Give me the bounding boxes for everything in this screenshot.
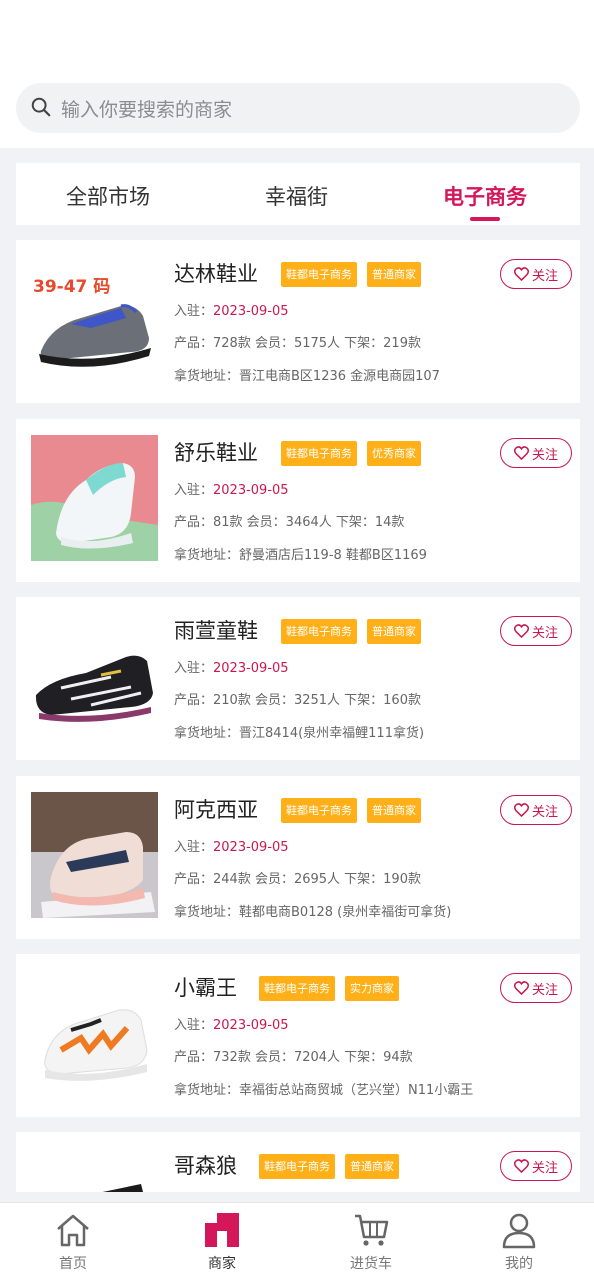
pickup-address: 拿货地址：晋江8414(泉州幸福鲤111拿货) — [174, 726, 425, 741]
tab-all-markets[interactable]: 全部市场 — [66, 181, 150, 211]
tag-level: 优秀商家 — [367, 441, 421, 466]
merchant-card[interactable]: 雨萱童鞋 鞋都电子商务 普通商家 关注 入驻：2023-09-05 产品：210… — [16, 597, 580, 760]
merchant-stats: 产品：244款 会员：2695人 下架：190款 — [174, 872, 421, 887]
merchant-stats: 产品：81款 会员：3464人 下架：14款 — [174, 515, 405, 530]
nav-cart[interactable]: 进货车 — [326, 1211, 416, 1273]
header: 输入你要搜索的商家 — [0, 0, 594, 148]
follow-button[interactable]: 关注 — [500, 973, 572, 1003]
tab-xingfu-street[interactable]: 幸福街 — [265, 181, 328, 211]
nav-merchants-label: 商家 — [208, 1256, 236, 1272]
heart-icon — [513, 267, 529, 281]
pickup-address: 拿货地址：鞋都电商B0128 (泉州幸福街可拿货) — [174, 905, 452, 920]
tag-category: 鞋都电子商务 — [281, 798, 357, 823]
pickup-address: 拿货地址：晋江电商B区1236 金源电商园107 — [174, 369, 440, 384]
search-icon — [31, 97, 51, 117]
heart-icon — [513, 981, 529, 995]
merchant-image — [31, 1148, 158, 1192]
tag-category: 鞋都电子商务 — [259, 976, 335, 1001]
store-icon — [205, 1213, 239, 1247]
follow-button[interactable]: 关注 — [500, 259, 572, 289]
home-icon — [57, 1214, 89, 1247]
tag-category: 鞋都电子商务 — [259, 1154, 335, 1179]
tag-level: 实力商家 — [345, 976, 399, 1001]
merchant-name: 雨萱童鞋 — [174, 619, 258, 643]
nav-profile-label: 我的 — [505, 1256, 533, 1272]
tag-category: 鞋都电子商务 — [281, 262, 357, 287]
search-input[interactable]: 输入你要搜索的商家 — [61, 95, 232, 122]
tab-ecommerce[interactable]: 电子商务 — [443, 181, 527, 211]
heart-icon — [513, 803, 529, 817]
heart-icon — [513, 446, 529, 460]
merchant-image — [31, 435, 158, 561]
merchant-stats: 产品：210款 会员：3251人 下架：160款 — [174, 693, 421, 708]
active-tab-indicator — [470, 217, 500, 221]
merchant-card[interactable]: 39-47 码 达林鞋业 鞋都电子商务 普通商家 关注 入驻：2023-09-0… — [16, 240, 580, 403]
nav-home-label: 首页 — [59, 1256, 87, 1272]
join-date: 入驻：2023-09-05 — [174, 304, 289, 319]
tag-category: 鞋都电子商务 — [281, 619, 357, 644]
pickup-address: 拿货地址：幸福街总站商贸城（艺兴堂）N11小霸王 — [174, 1083, 474, 1098]
bottom-nav: 首页 商家 进货车 我的 — [0, 1202, 594, 1281]
merchant-card[interactable]: 哥森狼 鞋都电子商务 普通商家 关注 — [16, 1132, 580, 1192]
follow-button[interactable]: 关注 — [500, 1151, 572, 1181]
join-date: 入驻：2023-09-05 — [174, 840, 289, 855]
merchant-image — [31, 613, 158, 739]
join-date: 入驻：2023-09-05 — [174, 483, 289, 498]
heart-icon — [513, 1159, 529, 1173]
merchant-name: 舒乐鞋业 — [174, 441, 258, 465]
user-icon — [502, 1213, 536, 1249]
merchant-stats: 产品：728款 会员：5175人 下架：219款 — [174, 336, 421, 351]
merchant-image: 39-47 码 — [31, 256, 158, 382]
merchant-name: 小霸王 — [174, 976, 237, 1000]
merchant-image — [31, 970, 158, 1096]
merchant-card[interactable]: 小霸王 鞋都电子商务 实力商家 关注 入驻：2023-09-05 产品：732款… — [16, 954, 580, 1117]
merchant-name: 哥森狼 — [174, 1154, 237, 1178]
market-tabs: 全部市场 幸福街 电子商务 — [16, 163, 580, 225]
follow-button[interactable]: 关注 — [500, 438, 572, 468]
merchant-list[interactable]: 39-47 码 达林鞋业 鞋都电子商务 普通商家 关注 入驻：2023-09-0… — [16, 240, 580, 1192]
nav-profile[interactable]: 我的 — [474, 1211, 564, 1273]
heart-icon — [513, 624, 529, 638]
merchant-stats: 产品：732款 会员：7204人 下架：94款 — [174, 1050, 413, 1065]
merchant-name: 阿克西亚 — [174, 798, 258, 822]
merchant-card[interactable]: 阿克西亚 鞋都电子商务 普通商家 关注 入驻：2023-09-05 产品：244… — [16, 776, 580, 939]
nav-merchants[interactable]: 商家 — [177, 1211, 267, 1273]
tag-level: 普通商家 — [367, 619, 421, 644]
pickup-address: 拿货地址：舒曼酒店后119-8 鞋都B区1169 — [174, 548, 427, 563]
merchant-image — [31, 792, 158, 918]
merchant-card[interactable]: 舒乐鞋业 鞋都电子商务 优秀商家 关注 入驻：2023-09-05 产品：81款… — [16, 419, 580, 582]
follow-button[interactable]: 关注 — [500, 616, 572, 646]
tag-category: 鞋都电子商务 — [281, 441, 357, 466]
follow-button[interactable]: 关注 — [500, 795, 572, 825]
nav-home[interactable]: 首页 — [28, 1211, 118, 1273]
tag-level: 普通商家 — [367, 262, 421, 287]
tag-level: 普通商家 — [345, 1154, 399, 1179]
tag-level: 普通商家 — [367, 798, 421, 823]
merchant-name: 达林鞋业 — [174, 262, 258, 286]
join-date: 入驻：2023-09-05 — [174, 661, 289, 676]
size-badge: 39-47 码 — [33, 277, 110, 297]
nav-cart-label: 进货车 — [350, 1256, 392, 1272]
cart-icon — [355, 1214, 389, 1246]
join-date: 入驻：2023-09-05 — [174, 1018, 289, 1033]
